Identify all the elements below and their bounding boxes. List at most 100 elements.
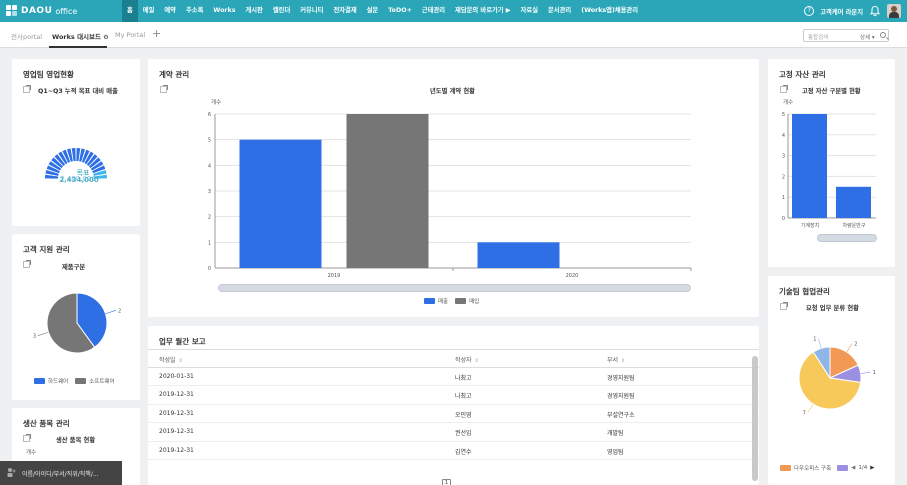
chart-title: Q1~Q3 누적 목표 대비 매출 bbox=[38, 88, 118, 95]
bar[interactable] bbox=[477, 242, 560, 268]
pie-label-line bbox=[860, 371, 871, 374]
sales-status-panel: 영업팀 영업현황 Q1~Q3 누적 목표 대비 매출 목표 2,434,000 … bbox=[12, 59, 140, 226]
daou-office-logo[interactable]: DAOU office bbox=[0, 5, 122, 17]
menu-item-3[interactable]: 주소록 bbox=[181, 0, 208, 22]
top-navigation-bar: DAOU office 홈 메일 예약 주소록 Works 게시판 캘린더 커뮤니티 전자결재 설… bbox=[0, 0, 907, 22]
brand-name: DAOU bbox=[21, 6, 53, 16]
pie-label-line bbox=[846, 343, 853, 353]
org-chart-search-bar[interactable]: 이름/아이디/부서/직위/직책/... bbox=[0, 461, 122, 485]
external-link-icon[interactable] bbox=[780, 85, 788, 93]
external-link-icon[interactable] bbox=[23, 85, 31, 93]
sort-icon[interactable]: ⇕ bbox=[475, 358, 479, 364]
menu-item-12[interactable]: 재담문의 바로가기 ▶ bbox=[450, 0, 516, 22]
search-icon[interactable] bbox=[880, 32, 886, 38]
legend-prev-icon[interactable]: ◀ bbox=[851, 465, 855, 471]
tab-works-dashboard[interactable]: Works 대시보드 ⚙ bbox=[52, 31, 109, 41]
column-header-department[interactable]: 부서 ⇕ bbox=[607, 355, 625, 364]
external-link-icon[interactable] bbox=[23, 434, 31, 442]
question-circle-icon[interactable]: ? bbox=[804, 6, 815, 16]
table-row[interactable]: 2019-12-31 나최고 경영지원팀 bbox=[148, 386, 759, 405]
add-tab-button[interactable]: + bbox=[152, 27, 161, 40]
pie-value-label: 2 bbox=[118, 308, 121, 314]
table-scrollbar[interactable] bbox=[752, 356, 758, 481]
unified-search[interactable]: 통합검색 상세 ▾ bbox=[803, 29, 889, 42]
menu-item-11[interactable]: 근태관리 bbox=[417, 0, 450, 22]
chart-title: 년도별 계약 현황 bbox=[430, 88, 475, 95]
chart-range-scrollbar[interactable] bbox=[218, 284, 691, 292]
bar[interactable] bbox=[346, 114, 429, 268]
external-link-icon[interactable] bbox=[780, 302, 788, 310]
chart-range-scrollbar[interactable] bbox=[817, 234, 877, 242]
menu-item-6[interactable]: 캘린더 bbox=[268, 0, 295, 22]
pie-value-label: 7 bbox=[803, 410, 806, 416]
cell-author: 나최고 bbox=[455, 374, 472, 382]
cell-author: 권선임 bbox=[455, 430, 472, 437]
chart-title: 고정 자산 구분별 현황 bbox=[802, 88, 861, 95]
sort-icon[interactable]: ⇕ bbox=[179, 358, 183, 364]
cell-department: 부설연구소 bbox=[607, 411, 635, 419]
table-header-row: 작성일 ⇕ 작성자 ⇕ 부서 ⇕ bbox=[148, 349, 759, 368]
bar[interactable] bbox=[239, 139, 322, 268]
cell-date: 2019-12-31 bbox=[159, 409, 194, 417]
cell-author: 오민영 bbox=[455, 411, 472, 419]
bar[interactable] bbox=[836, 186, 871, 218]
fixed-assets-panel: 고정 자산 관리 고정 자산 구분별 현황 개수 0 1 2 3 4 5 기계장치 차량운반구 bbox=[768, 59, 895, 267]
legend-swatch bbox=[75, 378, 87, 384]
tab-my-portal[interactable]: My Portal bbox=[115, 31, 145, 39]
request-type-pie-chart: 2 1 7 1 bbox=[798, 337, 876, 416]
menu-item-14[interactable]: 문서관리 bbox=[543, 0, 576, 22]
bar[interactable] bbox=[792, 114, 827, 218]
customer-support-panel: 고객 지원 관리 제품구분 23 하드웨어 소프트웨어 bbox=[12, 234, 140, 400]
menu-item-4[interactable]: Works bbox=[208, 0, 240, 22]
panel-title: 영업팀 영업현황 bbox=[23, 70, 74, 79]
legend-swatch bbox=[837, 465, 849, 471]
table-row[interactable]: 2019-12-31 권선임 개발팀 bbox=[148, 423, 759, 442]
y-tick-label: 5 bbox=[208, 138, 211, 144]
menu-item-8[interactable]: 전자결재 bbox=[328, 0, 361, 22]
bell-icon[interactable] bbox=[869, 5, 881, 17]
legend-next-icon[interactable]: ▶ bbox=[870, 465, 874, 471]
cell-date: 2019-12-31 bbox=[159, 391, 194, 398]
search-option-dropdown[interactable]: 상세 ▾ bbox=[860, 33, 875, 41]
table-row[interactable]: 2019-12-31 김연수 영업팀 bbox=[148, 442, 759, 460]
menu-item-7[interactable]: 커뮤니티 bbox=[295, 0, 328, 22]
gear-icon[interactable]: ⚙ bbox=[103, 34, 108, 41]
external-link-icon[interactable] bbox=[23, 260, 31, 268]
y-tick-label: 4 bbox=[782, 133, 785, 139]
cell-date: 2019-12-31 bbox=[159, 428, 194, 435]
menu-item-1[interactable]: 메일 bbox=[138, 0, 160, 22]
menu-item-5[interactable]: 게시판 bbox=[240, 0, 267, 22]
table-row[interactable]: 2019-12-31 오민영 부설연구소 bbox=[148, 405, 759, 423]
column-header-author[interactable]: 작성자 ⇕ bbox=[455, 355, 479, 364]
avatar[interactable] bbox=[887, 4, 901, 18]
user-name[interactable]: 고객케어 라운지 bbox=[820, 7, 863, 16]
active-tab-indicator bbox=[49, 46, 107, 48]
y-tick-label: 1 bbox=[208, 240, 211, 246]
y-tick-label: 3 bbox=[208, 189, 211, 195]
pie-value-label: 1 bbox=[873, 370, 876, 376]
menu-item-2[interactable]: 예약 bbox=[159, 0, 181, 22]
pie-label-line bbox=[807, 403, 814, 413]
y-axis-label: 개수 bbox=[211, 100, 222, 106]
menu-item-15[interactable]: (Works앱)채용관리 bbox=[576, 0, 643, 22]
table-row[interactable]: 2020-01-31 나최고 경영지원팀 bbox=[148, 368, 759, 386]
search-input[interactable]: 통합검색 bbox=[808, 33, 828, 41]
contract-management-panel: 계약 관리 년도별 계약 현황 개수 0 1 2 3 4 5 6 2019 2020 매출 매입 bbox=[148, 59, 759, 317]
tab-company-portal[interactable]: 전사portal bbox=[11, 31, 42, 41]
chart-title: 요청 업무 분류 현황 bbox=[806, 305, 859, 312]
menu-item-9[interactable]: 설문 bbox=[362, 0, 384, 22]
menu-item-0[interactable]: 홈 bbox=[122, 0, 138, 22]
external-link-icon[interactable] bbox=[160, 85, 168, 93]
chart-title: 제품구분 bbox=[62, 264, 86, 271]
sort-icon[interactable]: ⇕ bbox=[621, 358, 625, 364]
menu-item-10[interactable]: ToDO+ bbox=[383, 0, 417, 22]
search-option-label: 상세 bbox=[860, 34, 871, 41]
sales-gauge-chart: 목표 2,434,000 2,400,000 bbox=[45, 148, 107, 184]
panel-title: 업무 월간 보고 bbox=[159, 337, 206, 346]
bar-legend: 매출 매입 bbox=[424, 297, 479, 305]
column-header-date[interactable]: 작성일 ⇕ bbox=[159, 355, 183, 364]
menu-item-13[interactable]: 자료실 bbox=[516, 0, 543, 22]
panel-title: 고객 지원 관리 bbox=[23, 245, 70, 254]
legend-label-software: 소프트웨어 bbox=[89, 379, 115, 385]
pager-current-page[interactable]: 1 bbox=[442, 479, 451, 485]
